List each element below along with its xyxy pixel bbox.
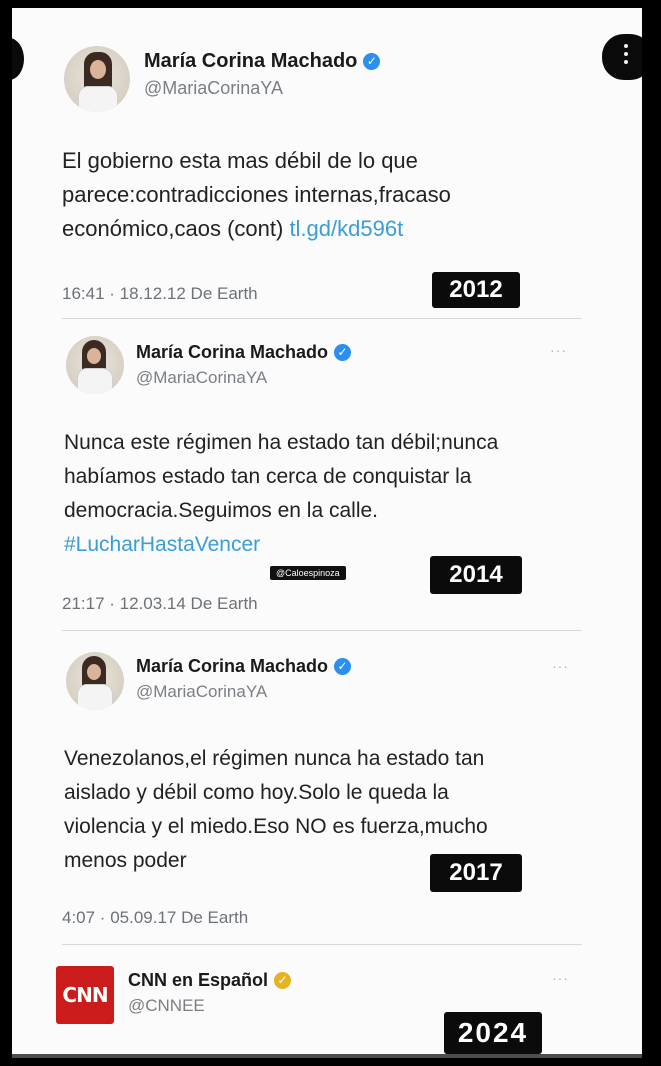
tweet-text: El gobierno esta mas débil de lo que par… (62, 148, 451, 241)
verified-gold-badge-icon: ✓ (274, 972, 292, 989)
tweet-text: Venezolanos,el régimen nunca ha estado t… (64, 747, 488, 872)
divider (62, 944, 582, 945)
tweet-link[interactable]: tl.gd/kd596t (289, 216, 403, 241)
year-label: 2012 (432, 272, 520, 308)
more-options-icon[interactable]: ··· (552, 658, 569, 674)
cnn-logo-icon[interactable]: CNN (56, 966, 114, 1024)
verified-badge-icon: ✓ (334, 344, 352, 361)
avatar[interactable] (66, 652, 124, 710)
year-label: 2024 (444, 1012, 542, 1054)
verified-badge-icon: ✓ (363, 53, 381, 70)
author-handle[interactable]: @MariaCorinaYA (144, 78, 283, 99)
divider (62, 318, 582, 319)
tweet-text: Nunca este régimen ha estado tan débil;n… (64, 426, 498, 562)
tweet-meta[interactable]: 4:07 · 05.09.17 De Earth (62, 908, 248, 928)
vertical-dots-icon (624, 44, 628, 68)
author-handle[interactable]: @MariaCorinaYA (136, 682, 267, 702)
author-handle[interactable]: @CNNEE (128, 996, 205, 1016)
left-edge-control (12, 38, 24, 80)
verified-badge-icon: ✓ (334, 658, 352, 675)
divider (62, 630, 582, 631)
avatar[interactable] (64, 46, 130, 112)
watermark: @Caloespinoza (270, 566, 346, 580)
year-label: 2014 (430, 556, 522, 594)
year-label: 2017 (430, 854, 522, 892)
author-name[interactable]: CNN en Español ✓ (128, 970, 292, 991)
more-options-button[interactable] (602, 34, 642, 80)
avatar[interactable] (66, 336, 124, 394)
tweet-meta[interactable]: 16:41 · 18.12.12 De Earth (62, 284, 258, 304)
more-options-icon[interactable]: ··· (552, 970, 569, 986)
author-name[interactable]: María Corina Machado ✓ (144, 50, 381, 73)
author-name[interactable]: María Corina Machado ✓ (136, 656, 352, 677)
screenshot-frame: María Corina Machado ✓ @MariaCorinaYA El … (12, 8, 642, 1058)
author-name[interactable]: María Corina Machado ✓ (136, 342, 352, 363)
author-handle[interactable]: @MariaCorinaYA (136, 368, 267, 388)
bottom-edge (12, 1054, 642, 1058)
tweet-meta[interactable]: 21:17 · 12.03.14 De Earth (62, 594, 258, 614)
more-options-icon[interactable]: ··· (550, 342, 567, 358)
